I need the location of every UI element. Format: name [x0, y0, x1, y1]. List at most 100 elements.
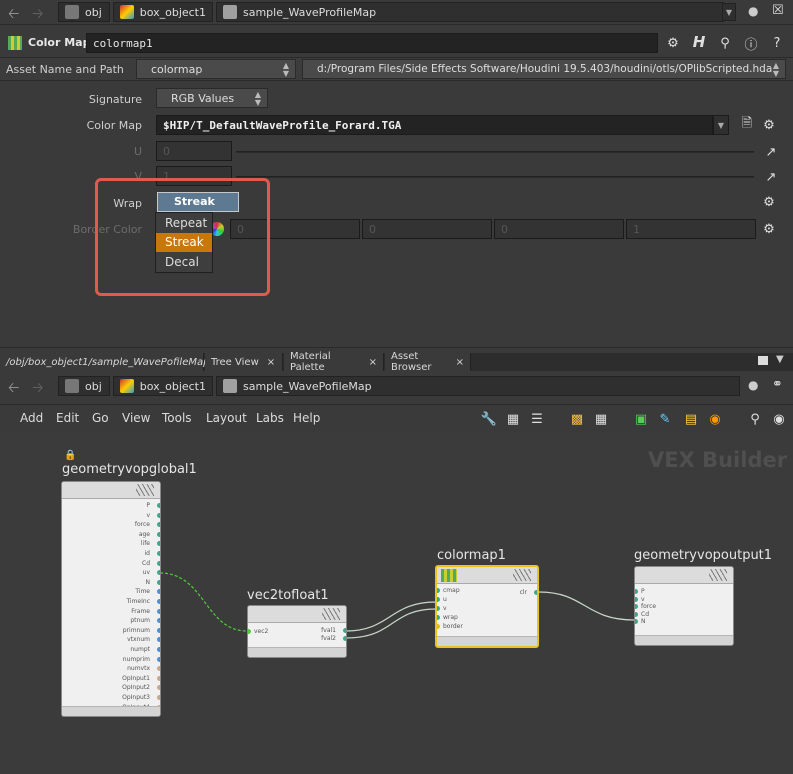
output-port[interactable]	[157, 570, 160, 576]
input-port[interactable]	[437, 615, 440, 620]
asset-name-dropdown[interactable]: colormap ▲ ▼	[136, 59, 296, 79]
tab-network[interactable]: /obj/box_object1/sample_WavePofileMap×	[0, 353, 224, 371]
output-port[interactable]	[343, 636, 346, 641]
input-port[interactable]	[635, 596, 638, 602]
output-port[interactable]	[157, 560, 160, 566]
border-b-field[interactable]: 0	[494, 219, 624, 239]
output-port[interactable]	[157, 579, 160, 585]
pin-icon[interactable]: ●	[748, 4, 758, 18]
u-field[interactable]: 0	[156, 141, 232, 161]
output-port[interactable]	[157, 531, 160, 537]
link-icon[interactable]: ⚭	[772, 377, 783, 392]
path-obj[interactable]: obj	[58, 2, 110, 22]
back-arrow-icon[interactable]: 🡠	[8, 377, 19, 401]
colormap-file-field[interactable]: $HIP/T_DefaultWaveProfile_Forard.TGA	[156, 115, 713, 135]
back-arrow-icon[interactable]: 🡠	[8, 3, 19, 27]
output-port[interactable]	[157, 589, 160, 595]
output-port[interactable]	[157, 541, 160, 547]
forward-arrow-icon[interactable]: 🡢	[32, 377, 43, 401]
sticky-note-icon[interactable]: ✎	[656, 410, 674, 428]
eye-icon[interactable]: ◉	[770, 410, 788, 428]
input-port[interactable]	[437, 624, 440, 629]
output-port[interactable]	[157, 695, 160, 700]
border-g-field[interactable]: 0	[362, 219, 492, 239]
info-icon[interactable]: ⓘ	[742, 34, 760, 53]
channel-link-icon[interactable]: ↗	[762, 143, 780, 161]
bucket-icon[interactable]: ◉	[706, 410, 724, 428]
input-port[interactable]	[635, 611, 638, 617]
input-port[interactable]	[635, 589, 638, 594]
close-icon[interactable]: ×	[267, 357, 275, 368]
gear-icon[interactable]: ⚙	[664, 34, 682, 52]
output-port[interactable]	[157, 551, 160, 556]
gear-icon[interactable]: ⚙	[760, 116, 778, 134]
gear-icon[interactable]: ⚙	[760, 193, 778, 211]
input-port[interactable]	[635, 604, 638, 609]
path-wave-map[interactable]: sample_WavePofileMap	[216, 376, 740, 396]
output-port[interactable]	[157, 647, 160, 652]
path-wave-map[interactable]: sample_WaveProfileMap	[216, 2, 724, 22]
output-port[interactable]	[157, 599, 160, 604]
menu-view[interactable]: View	[122, 411, 150, 425]
path-box-object[interactable]: box_object1	[113, 376, 213, 396]
path-dropdown-icon[interactable]: ▼	[722, 3, 736, 21]
output-port[interactable]	[157, 666, 160, 672]
tab-material-palette[interactable]: Material Palette ×	[284, 351, 384, 373]
input-port[interactable]	[437, 597, 440, 602]
gear-icon[interactable]: ⚙	[760, 220, 778, 238]
node-geometryvopglobal1[interactable]: Pv force age life id Cd uv N Time TimeInc Frame ptn…	[61, 481, 161, 717]
help-h-icon[interactable]: H	[690, 33, 708, 51]
forward-arrow-icon[interactable]: 🡢	[32, 3, 43, 27]
output-port[interactable]	[157, 685, 160, 691]
tree-icon[interactable]: ▦	[504, 410, 522, 428]
output-port[interactable]	[343, 628, 346, 633]
help-icon[interactable]: ?	[768, 34, 786, 52]
path-obj[interactable]: obj	[58, 376, 110, 396]
path-box-object[interactable]: box_object1	[113, 2, 213, 22]
menu-go[interactable]: Go	[92, 411, 109, 425]
output-port[interactable]	[157, 675, 160, 681]
maximize-icon[interactable]	[758, 356, 768, 365]
close-icon[interactable]: ×	[456, 357, 464, 368]
close-icon[interactable]: ×	[369, 357, 377, 368]
input-port[interactable]	[437, 606, 440, 611]
menu-layout[interactable]: Layout	[206, 411, 247, 425]
pin-icon[interactable]: ●	[748, 378, 758, 392]
menu-add[interactable]: Add	[20, 411, 43, 425]
list-icon[interactable]: ☰	[528, 410, 546, 428]
menu-edit[interactable]: Edit	[56, 411, 79, 425]
output-port[interactable]	[534, 590, 537, 595]
output-port[interactable]	[157, 608, 160, 614]
node-geometryvopoutput1[interactable]: Pv force Cd N	[634, 566, 734, 646]
file-browse-icon[interactable]: 🗎	[738, 116, 756, 134]
input-port[interactable]	[437, 588, 440, 593]
u-slider[interactable]	[236, 151, 754, 153]
search-icon[interactable]: ⚲	[746, 410, 764, 428]
node-name-field[interactable]: colormap1	[86, 33, 658, 53]
menu-help[interactable]: Help	[293, 411, 320, 425]
output-port[interactable]	[157, 627, 160, 633]
tab-tree-view[interactable]: Tree View ×	[205, 353, 283, 371]
note-icon[interactable]: ▤	[682, 410, 700, 428]
output-port[interactable]	[157, 522, 160, 528]
search-icon[interactable]: ⚲	[716, 34, 734, 52]
output-port[interactable]	[157, 656, 160, 662]
close-icon[interactable]: ☒	[772, 3, 784, 18]
image-icon[interactable]: ▣	[632, 410, 650, 428]
menu-tools[interactable]: Tools	[162, 411, 192, 425]
menu-labs[interactable]: Labs	[256, 411, 284, 425]
signature-dropdown[interactable]: RGB Values ▲ ▼	[156, 88, 268, 108]
file-history-dropdown[interactable]: ▼	[713, 115, 729, 135]
output-port[interactable]	[157, 618, 160, 624]
asset-path-dropdown[interactable]: d:/Program Files/Side Effects Software/H…	[302, 59, 786, 79]
node-colormap1[interactable]: cmap u v wrap border clr	[435, 565, 539, 648]
output-port[interactable]	[157, 637, 160, 643]
tab-asset-browser[interactable]: Asset Browser ×	[385, 351, 471, 373]
input-port[interactable]	[248, 629, 251, 634]
output-port[interactable]	[157, 512, 160, 518]
palette-grid-icon[interactable]: ▩	[568, 410, 586, 428]
grid-icon[interactable]: ▦	[592, 410, 610, 428]
v-slider[interactable]	[236, 176, 754, 178]
wrench-icon[interactable]: 🔧	[480, 410, 498, 428]
tab-menu-icon[interactable]: ▼	[776, 354, 784, 365]
